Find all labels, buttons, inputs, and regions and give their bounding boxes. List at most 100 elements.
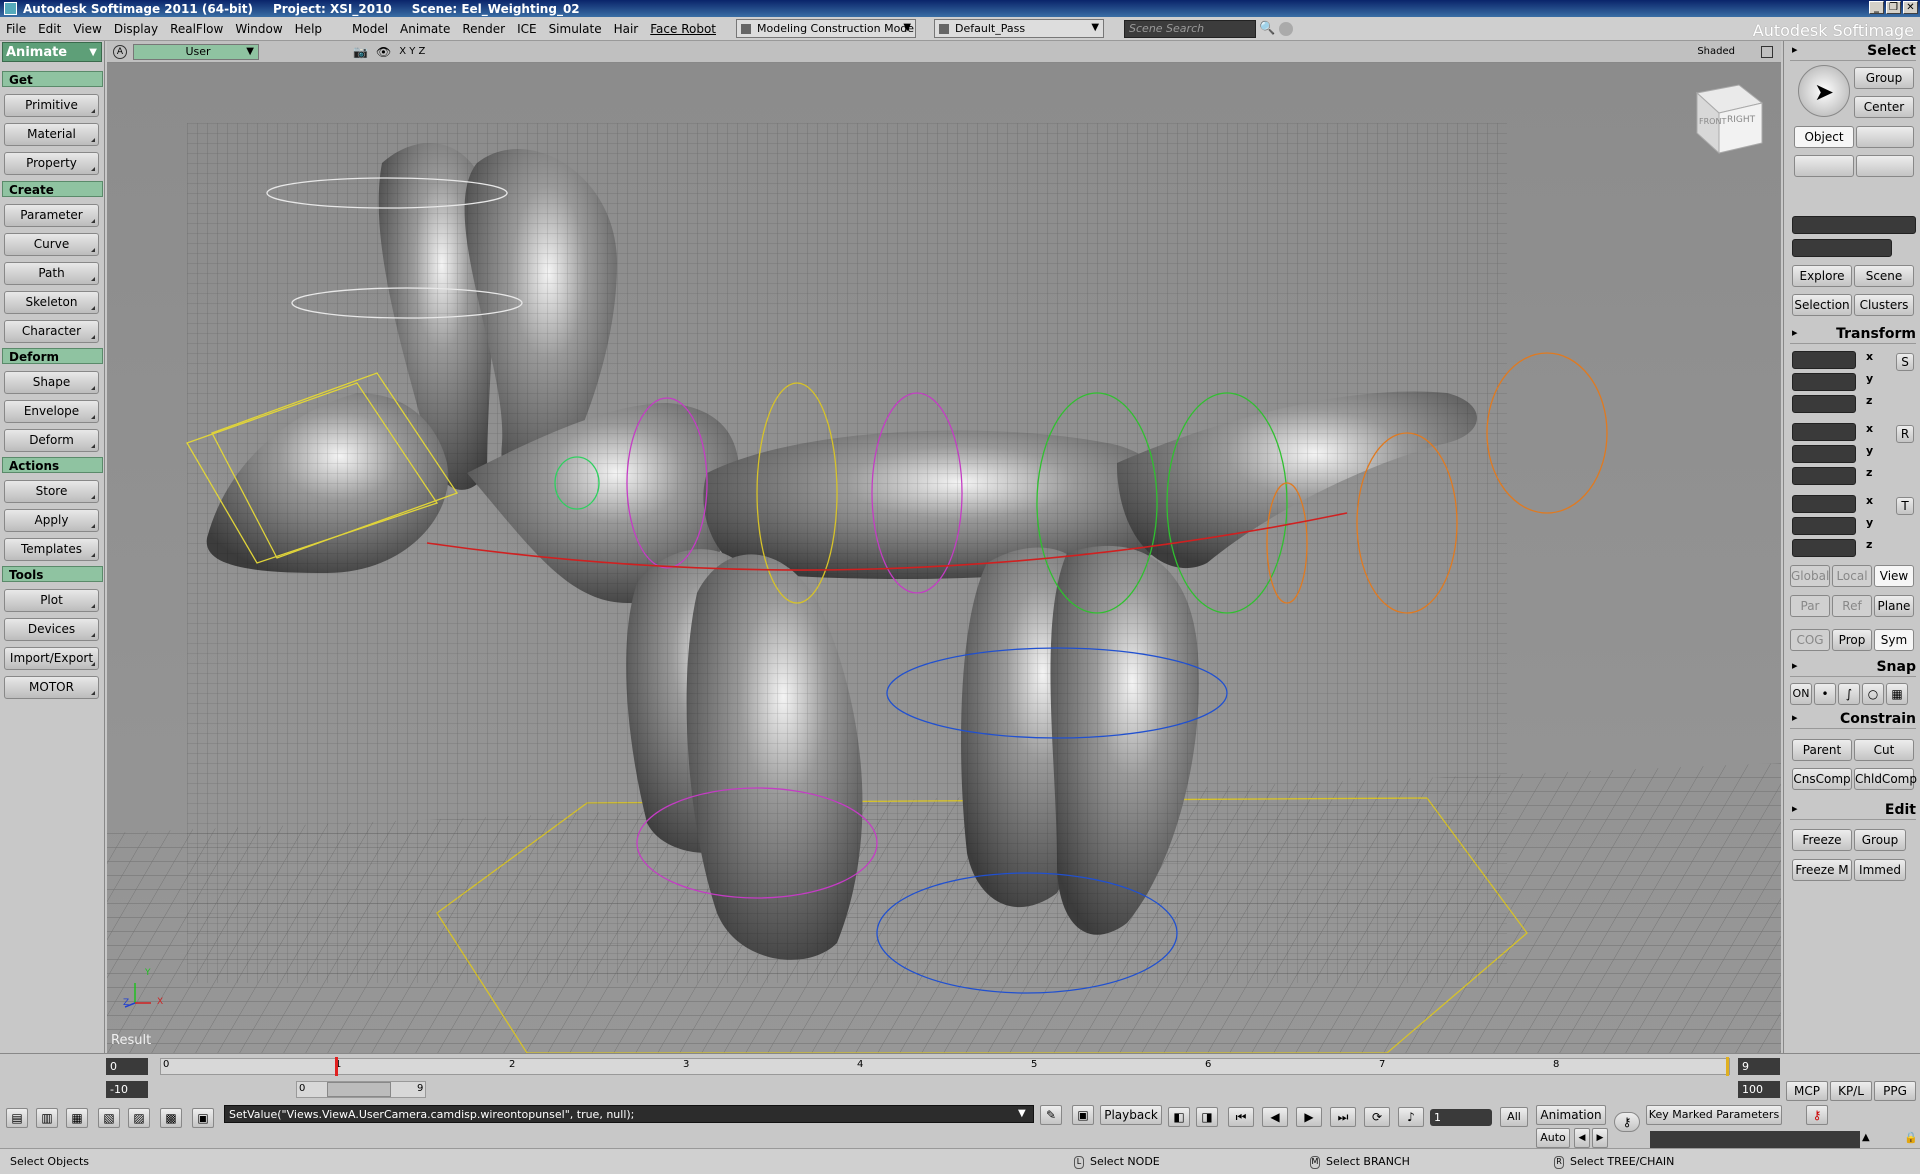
- display-mode[interactable]: Shaded: [1697, 46, 1735, 57]
- pass-select[interactable]: Default_Pass ▼: [934, 19, 1105, 38]
- first-frame-icon[interactable]: ◧: [1168, 1107, 1190, 1127]
- fast-forward-icon[interactable]: ⏭: [1330, 1107, 1356, 1127]
- cut-button[interactable]: Cut: [1854, 739, 1914, 761]
- filter-field[interactable]: [1792, 239, 1892, 257]
- envelope-button[interactable]: Envelope: [4, 400, 99, 423]
- transform-section-title[interactable]: Transform: [1790, 326, 1916, 344]
- menu-window[interactable]: Window: [229, 22, 288, 36]
- local-button[interactable]: Local: [1832, 565, 1872, 587]
- maximize-viewport-icon[interactable]: [1761, 45, 1773, 58]
- plane-button[interactable]: Plane: [1874, 595, 1914, 617]
- constrain-section-title[interactable]: Constrain: [1790, 711, 1916, 729]
- menu-edit[interactable]: Edit: [32, 22, 67, 36]
- scene-button[interactable]: Scene: [1854, 265, 1914, 287]
- menu-realflow[interactable]: RealFlow: [164, 22, 229, 36]
- menu-help[interactable]: Help: [289, 22, 328, 36]
- section-tools[interactable]: Tools: [2, 566, 103, 582]
- empty-select-button-3[interactable]: [1856, 155, 1914, 177]
- rotate-y-field[interactable]: [1792, 445, 1856, 463]
- timeline-end-field[interactable]: 9: [1738, 1058, 1780, 1075]
- key-prev-icon[interactable]: ◀: [1574, 1128, 1590, 1148]
- rotate-tool-icon[interactable]: R: [1896, 425, 1914, 443]
- templates-button[interactable]: Templates: [4, 538, 99, 561]
- cnscomp-button[interactable]: CnsComp: [1792, 768, 1852, 790]
- scroll-up-icon[interactable]: ▲: [1862, 1132, 1870, 1143]
- play-icon[interactable]: ▶: [1296, 1107, 1322, 1127]
- timeline-start-offset-field[interactable]: -10: [106, 1081, 148, 1098]
- select-arrow-button[interactable]: ➤: [1798, 65, 1850, 117]
- scene-search-input[interactable]: Scene Search: [1124, 19, 1257, 38]
- primitive-button[interactable]: Primitive: [4, 94, 99, 117]
- layout-icon-7[interactable]: ▣: [192, 1108, 214, 1128]
- freeze-button[interactable]: Freeze: [1792, 829, 1852, 851]
- path-button[interactable]: Path: [4, 262, 99, 285]
- scene-render[interactable]: [107, 63, 1781, 1053]
- snap-on-button[interactable]: ON: [1790, 683, 1812, 705]
- menu-render[interactable]: Render: [456, 22, 511, 36]
- property-button[interactable]: Property: [4, 152, 99, 175]
- menu-ice[interactable]: ICE: [511, 22, 543, 36]
- timeline-end-offset-field[interactable]: 100: [1738, 1081, 1780, 1098]
- key-marked-parameters-button[interactable]: Key Marked Parameters: [1646, 1105, 1782, 1125]
- shape-button[interactable]: Shape: [4, 371, 99, 394]
- timeline-start-field[interactable]: 0: [106, 1058, 148, 1075]
- plot-button[interactable]: Plot: [4, 589, 99, 612]
- translate-z-field[interactable]: [1792, 539, 1856, 557]
- mode-select[interactable]: Animate ▼: [2, 42, 102, 62]
- devices-button[interactable]: Devices: [4, 618, 99, 641]
- motor-button[interactable]: MOTOR: [4, 676, 99, 699]
- camera-select[interactable]: User ▼: [133, 43, 259, 60]
- close-button[interactable]: ✕: [1903, 1, 1918, 14]
- playback-button[interactable]: Playback: [1100, 1105, 1162, 1125]
- translate-x-field[interactable]: [1792, 495, 1856, 513]
- auto-key-button[interactable]: Auto: [1536, 1128, 1570, 1148]
- timeline-ruler[interactable]: 0 1 2 3 4 5 6 7 8: [160, 1057, 1730, 1076]
- loop-icon[interactable]: ⟳: [1364, 1107, 1390, 1127]
- snap-grid-icon[interactable]: ▦: [1886, 683, 1908, 705]
- translate-tool-icon[interactable]: T: [1896, 497, 1914, 515]
- snap-point-icon[interactable]: •: [1814, 683, 1836, 705]
- sym-button[interactable]: Sym: [1874, 629, 1914, 651]
- material-button[interactable]: Material: [4, 123, 99, 146]
- construction-mode-select[interactable]: Modeling Construction Mode ▼: [736, 19, 917, 38]
- scale-x-field[interactable]: [1792, 351, 1856, 369]
- rotate-x-field[interactable]: [1792, 423, 1856, 441]
- tab-kpl[interactable]: KP/L: [1830, 1081, 1872, 1101]
- scale-y-field[interactable]: [1792, 373, 1856, 391]
- key-icon[interactable]: ⚷: [1614, 1112, 1640, 1132]
- menu-model[interactable]: Model: [346, 22, 394, 36]
- current-frame-field[interactable]: 1: [1430, 1109, 1492, 1126]
- explore-button[interactable]: Explore: [1792, 265, 1852, 287]
- view-button[interactable]: View: [1874, 565, 1914, 587]
- layout-icon-3[interactable]: ▦: [66, 1108, 88, 1128]
- layout-icon-6[interactable]: ▩: [160, 1108, 182, 1128]
- tab-mcp[interactable]: MCP: [1786, 1081, 1828, 1101]
- curve-button[interactable]: Curve: [4, 233, 99, 256]
- script-editor-icon[interactable]: ✎: [1040, 1105, 1062, 1125]
- group-button[interactable]: Group: [1854, 67, 1914, 89]
- search-icon[interactable]: 🔍: [1259, 21, 1275, 36]
- apply-button[interactable]: Apply: [4, 509, 99, 532]
- skeleton-button[interactable]: Skeleton: [4, 291, 99, 314]
- camera-icon[interactable]: 📷: [353, 45, 368, 59]
- freeze-m-button[interactable]: Freeze M: [1792, 859, 1852, 881]
- character-button[interactable]: Character: [4, 320, 99, 343]
- audio-icon[interactable]: ♪: [1398, 1107, 1424, 1127]
- clusters-button[interactable]: Clusters: [1854, 294, 1914, 316]
- last-frame-icon[interactable]: ◨: [1196, 1107, 1218, 1127]
- parameter-button[interactable]: Parameter: [4, 204, 99, 227]
- layout-icon-1[interactable]: ▤: [6, 1108, 28, 1128]
- axis-labels[interactable]: X Y Z: [399, 46, 425, 57]
- prop-button[interactable]: Prop: [1832, 629, 1872, 651]
- menu-animate[interactable]: Animate: [394, 22, 456, 36]
- animation-button[interactable]: Animation: [1536, 1105, 1606, 1125]
- layout-icon-4[interactable]: ▧: [98, 1108, 120, 1128]
- command-history-dropdown[interactable]: ▼: [1018, 1108, 1026, 1119]
- tab-ppg[interactable]: PPG: [1874, 1081, 1916, 1101]
- range-end-marker[interactable]: [1726, 1057, 1729, 1076]
- snap-surface-icon[interactable]: ○: [1862, 683, 1884, 705]
- object-button[interactable]: Object: [1794, 126, 1854, 148]
- select-section-title[interactable]: Select: [1790, 43, 1916, 61]
- minimize-button[interactable]: _: [1869, 1, 1884, 14]
- playhead[interactable]: [335, 1057, 338, 1076]
